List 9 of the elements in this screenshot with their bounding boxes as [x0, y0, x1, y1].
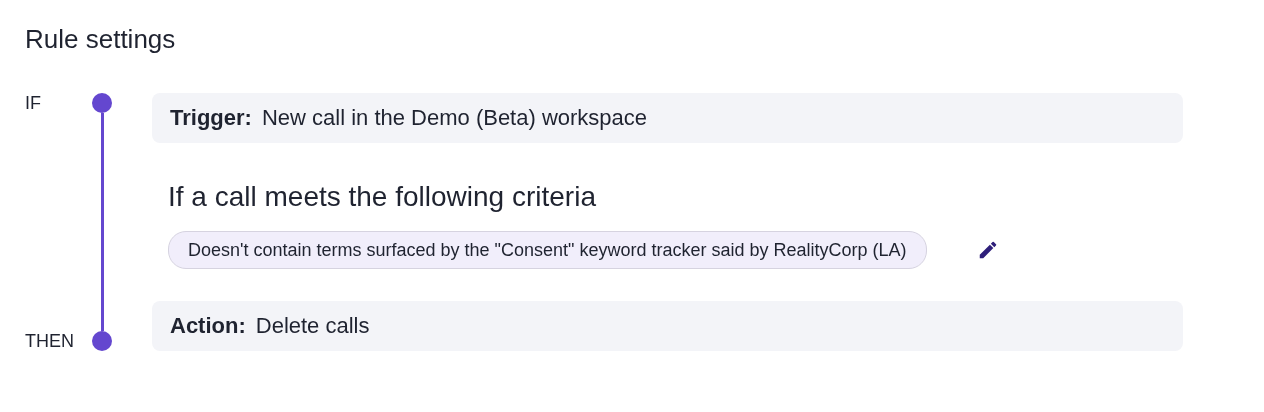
- field-value: Delete calls: [255, 313, 370, 339]
- field-label: Trigger:: [170, 105, 252, 131]
- field-value: New call in the Demo (Beta) workspace: [261, 105, 648, 131]
- if-label: IF: [25, 93, 42, 113]
- then-label: THEN: [25, 331, 75, 351]
- page-title: Rule settings: [25, 24, 177, 55]
- criteria-heading: If a call meets the following criteria: [168, 181, 597, 213]
- field-label: Action:: [170, 313, 246, 339]
- criteria-chip: Doesn't contain terms surfaced by the "Consent" keyword tracker said by RealityCorp (LA): [168, 231, 927, 269]
